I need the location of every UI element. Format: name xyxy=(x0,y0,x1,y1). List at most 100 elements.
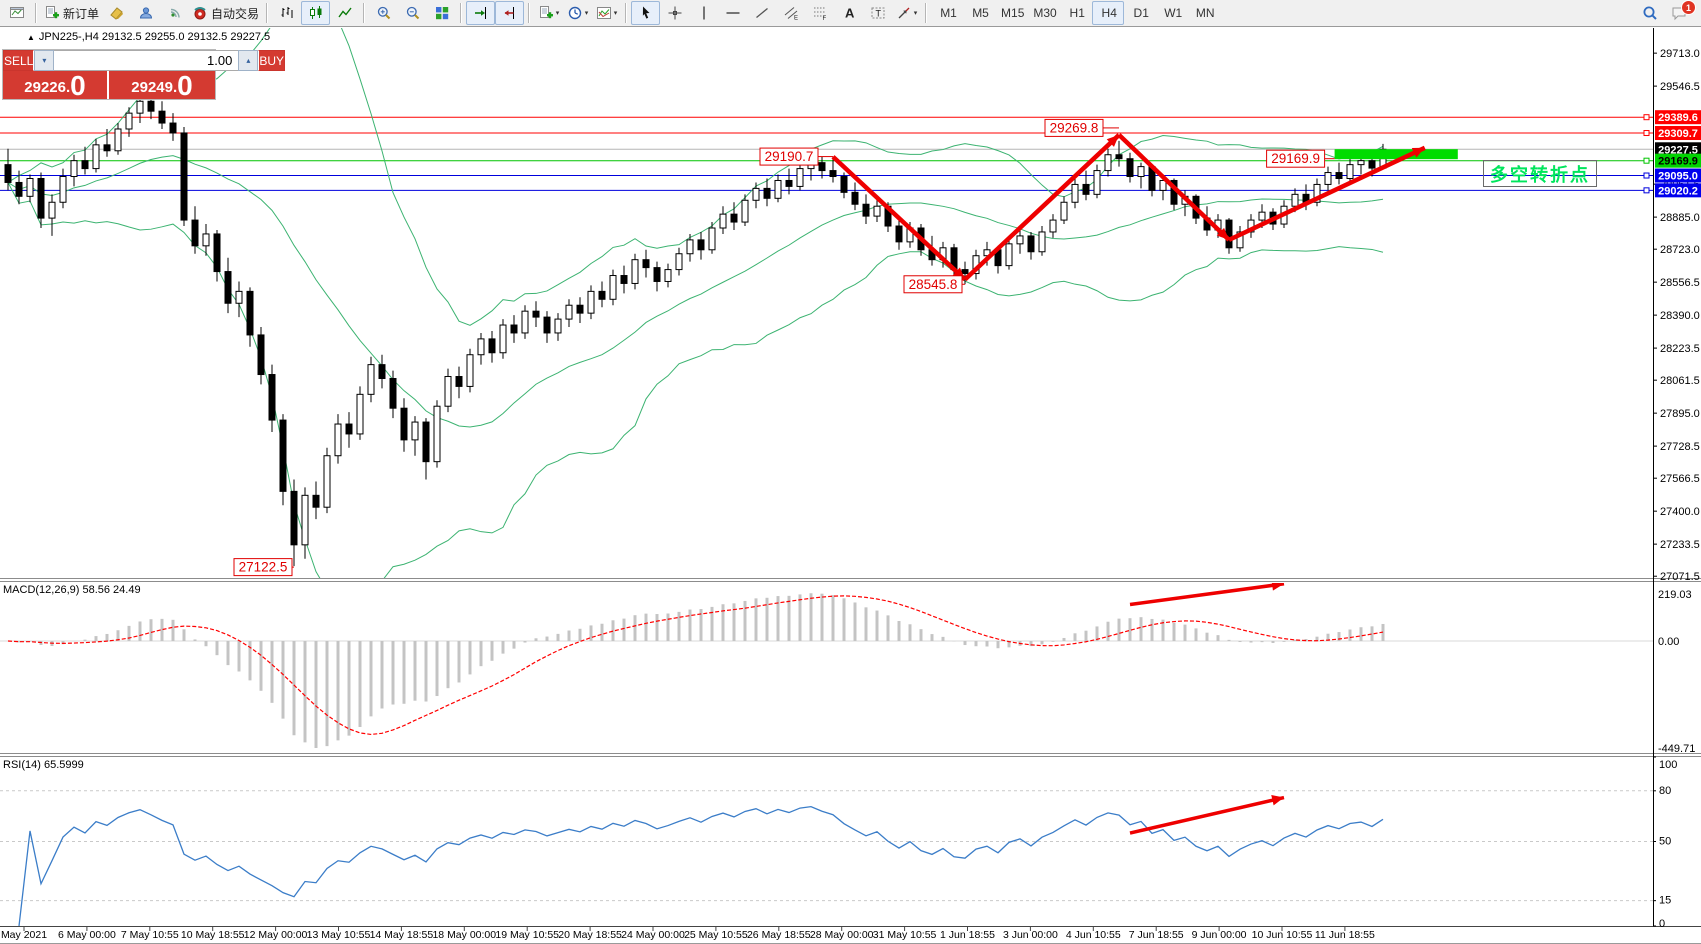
buy-price-big-digit: 0 xyxy=(177,74,193,98)
buy-button[interactable]: BUY xyxy=(258,50,285,71)
indicators-button[interactable]: ▾ xyxy=(534,1,563,25)
sell-price-big-digit: 0 xyxy=(70,74,86,98)
highlighter-icon[interactable] xyxy=(102,1,131,25)
tf-d1[interactable]: D1 xyxy=(1124,1,1156,25)
auto-scroll-button[interactable] xyxy=(466,1,495,25)
chart-shift-button[interactable] xyxy=(495,1,524,25)
date-axis-label: 10 May 18:55 xyxy=(181,929,245,941)
rsi-axis-label: 80 xyxy=(1659,785,1671,797)
date-axis-label: 3 Jun 00:00 xyxy=(1003,929,1058,941)
rsi-axis-label: 0 xyxy=(1659,918,1665,930)
date-axis-label: 24 May 00:00 xyxy=(621,929,685,941)
svg-text:E: E xyxy=(794,16,798,22)
date-axis-label: 13 May 10:55 xyxy=(307,929,371,941)
annotation-note-text: 多空转折点 xyxy=(1490,161,1590,187)
periods-button[interactable]: ▾ xyxy=(563,1,592,25)
zoom-out-button[interactable] xyxy=(398,1,427,25)
price-axis-tick: 27400.0 xyxy=(1660,506,1700,518)
zoom-in-button-icon xyxy=(376,5,392,21)
tile-windows-button[interactable] xyxy=(427,1,456,25)
window-icon[interactable] xyxy=(2,1,31,25)
hline-anchor-square[interactable] xyxy=(1644,131,1649,136)
crosshair-button[interactable] xyxy=(660,1,689,25)
tf-h4[interactable]: H4 xyxy=(1092,1,1124,25)
auto-scroll-button-icon xyxy=(473,5,489,21)
trendline-button-icon xyxy=(754,5,770,21)
lot-decrease-button[interactable]: ▾ xyxy=(34,50,54,71)
fibonacci-button-icon: F xyxy=(812,5,828,21)
tf-m5[interactable]: M5 xyxy=(963,1,995,25)
chevron-down-icon[interactable]: ▾ xyxy=(614,9,618,17)
svg-text:A: A xyxy=(845,6,855,21)
chevron-down-icon[interactable]: ▾ xyxy=(914,9,918,17)
signals-icon-icon xyxy=(167,5,183,21)
fibonacci-button[interactable]: F xyxy=(805,1,834,25)
chevron-down-icon[interactable]: ▾ xyxy=(556,9,560,17)
tf-w1[interactable]: W1 xyxy=(1156,1,1188,25)
date-axis-label: 10 Jun 10:55 xyxy=(1252,929,1313,941)
chart-canvas[interactable]: 27122.529190.728545.829269.829169.929713… xyxy=(0,0,1701,944)
highlight-zone-bar[interactable] xyxy=(1335,149,1458,159)
chevron-down-icon[interactable]: ▾ xyxy=(585,9,589,17)
candles-mode-button-icon xyxy=(308,5,324,21)
zoom-out-button-icon xyxy=(405,5,421,21)
arrows-button-icon xyxy=(896,5,912,21)
collapse-triangle-icon[interactable]: ▲ xyxy=(27,33,35,42)
auto-trading-button-icon xyxy=(192,5,208,21)
tf-m30[interactable]: M30 xyxy=(1027,1,1059,25)
macd-axis-label: 219.03 xyxy=(1658,589,1692,601)
cursor-button[interactable] xyxy=(631,1,660,25)
macd-axis-label: 0.00 xyxy=(1658,636,1679,648)
tf-m1[interactable]: M1 xyxy=(931,1,963,25)
search-icon[interactable] xyxy=(1635,1,1664,25)
toolbar-separator xyxy=(266,3,268,23)
candles-mode-button[interactable] xyxy=(301,1,330,25)
chart-shift-button-icon xyxy=(502,5,518,21)
arrows-button[interactable]: ▾ xyxy=(892,1,921,25)
tf-h1[interactable]: H1 xyxy=(1060,1,1092,25)
templates-button[interactable]: ▾ xyxy=(592,1,621,25)
sell-button[interactable]: SELL xyxy=(3,50,34,71)
date-axis-label: 9 Jun 00:00 xyxy=(1192,929,1247,941)
price-axis-tick: 28061.5 xyxy=(1660,375,1700,387)
community-icon[interactable] xyxy=(131,1,160,25)
indicators-button-icon xyxy=(538,5,554,21)
annotation-note-box[interactable]: 多空转折点 xyxy=(1483,160,1597,187)
chart-symbol-title: ▲JPN225-,H4 29132.5 29255.0 29132.5 2922… xyxy=(27,31,270,43)
hline-anchor-square[interactable] xyxy=(1644,158,1649,163)
new-order-button[interactable]: 新订单 xyxy=(41,1,102,25)
line-mode-button[interactable] xyxy=(330,1,359,25)
text-button[interactable]: A xyxy=(834,1,863,25)
auto-trading-button[interactable]: 自动交易 xyxy=(189,1,262,25)
date-axis-label: 18 May 00:00 xyxy=(432,929,496,941)
buy-price[interactable]: 29249.0 xyxy=(109,71,215,99)
price-axis-tick: 27071.5 xyxy=(1660,571,1700,583)
toolbar-separator xyxy=(35,3,37,23)
vertical-line-button[interactable] xyxy=(689,1,718,25)
highlighter-icon-icon xyxy=(109,5,125,21)
text-label-button[interactable]: T xyxy=(863,1,892,25)
lot-increase-button[interactable]: ▴ xyxy=(238,50,258,71)
price-badge-text: 29169.9 xyxy=(1658,156,1698,168)
hline-anchor-square[interactable] xyxy=(1644,173,1649,178)
trendline-button[interactable] xyxy=(747,1,776,25)
equidistant-channel-button[interactable]: E xyxy=(776,1,805,25)
tf-m15[interactable]: M15 xyxy=(995,1,1027,25)
hline-anchor-square[interactable] xyxy=(1644,188,1649,193)
horizontal-line-button[interactable] xyxy=(718,1,747,25)
price-axis-tick: 29546.5 xyxy=(1660,81,1700,93)
tf-mn[interactable]: MN xyxy=(1188,1,1220,25)
hline-anchor-square[interactable] xyxy=(1644,115,1649,120)
rsi-axis-label: 50 xyxy=(1659,836,1671,848)
svg-text:F: F xyxy=(822,16,826,21)
date-axis-label: 20 May 18:55 xyxy=(558,929,622,941)
text-button-icon: A xyxy=(841,5,857,21)
sell-price[interactable]: 29226.0 xyxy=(3,71,109,99)
notifications-icon[interactable]: 1 xyxy=(1664,1,1693,25)
bars-mode-button[interactable] xyxy=(272,1,301,25)
lot-input[interactable] xyxy=(54,50,238,71)
zoom-in-button[interactable] xyxy=(369,1,398,25)
signals-icon[interactable] xyxy=(160,1,189,25)
window-icon-icon xyxy=(9,5,25,21)
date-axis-label: 26 May 18:55 xyxy=(747,929,811,941)
